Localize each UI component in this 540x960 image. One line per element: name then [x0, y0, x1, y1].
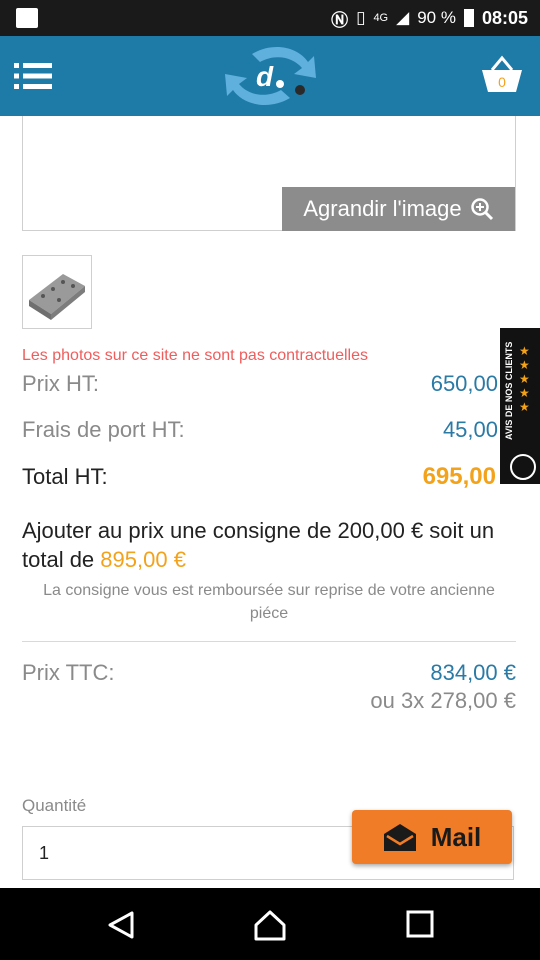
- price-ttc-value: 834,00 €: [430, 660, 516, 685]
- svg-text:d: d: [256, 61, 274, 92]
- clock: 08:05: [481, 7, 528, 28]
- mail-button[interactable]: Mail: [352, 810, 512, 864]
- vibrate-icon: ▯: [356, 8, 366, 27]
- app-header: d 0: [0, 36, 540, 116]
- total-ht-label: Total HT:: [22, 464, 108, 489]
- cylinder-head-image: [29, 274, 85, 320]
- signal-icon: ◢: [396, 8, 410, 27]
- shipping-value: 45,00: [442, 417, 498, 442]
- deposit-note: La consigne vous est remboursée sur repr…: [43, 582, 495, 622]
- star-rating-icon: ★ ★ ★ ★ ★: [519, 344, 530, 414]
- shipping-row: Frais de port HT: 45,00: [22, 415, 498, 445]
- enlarge-image-label: Agrandir l'image: [303, 196, 462, 221]
- cart-count: 0: [498, 74, 506, 90]
- enlarge-image-button[interactable]: Agrandir l'image: [282, 187, 515, 231]
- reviews-label: AVIS DE NOS CLIENTS: [504, 341, 514, 440]
- recent-apps-icon[interactable]: [406, 910, 434, 938]
- price-ht-value: 650,00: [430, 371, 498, 396]
- notification-icon: [16, 8, 38, 28]
- mail-button-label: Mail: [430, 821, 482, 852]
- price-ht-label: Prix HT:: [22, 371, 99, 396]
- price-ttc-row: Prix TTC: 834,00 €: [22, 658, 516, 688]
- battery-percent: 90 %: [417, 8, 456, 27]
- price-ttc-label: Prix TTC:: [22, 660, 115, 685]
- zoom-in-icon: [470, 198, 493, 221]
- nfc-icon: Ⓝ: [331, 10, 349, 30]
- status-bar-right: Ⓝ ▯ 4G ◢ 90 % 08:05: [331, 0, 528, 36]
- deposit-total: 895,00 €: [100, 547, 186, 572]
- verified-seal-icon: [510, 454, 536, 480]
- quantity-label: Quantité: [22, 796, 87, 815]
- deposit-description: Ajouter au prix une consigne de 200,00 €…: [22, 518, 495, 572]
- product-thumbnail[interactable]: [22, 255, 92, 329]
- total-ht-row: Total HT: 695,00 €: [22, 462, 516, 492]
- shipping-label: Frais de port HT:: [22, 417, 185, 442]
- back-icon[interactable]: [106, 910, 136, 940]
- cart-button[interactable]: 0: [480, 54, 524, 98]
- deposit-text: Ajouter au prix une consigne de 200,00 €…: [22, 516, 502, 574]
- price-ht-row: Prix HT: 650,00: [22, 369, 498, 399]
- status-bar: Ⓝ ▯ 4G ◢ 90 % 08:05: [0, 0, 540, 36]
- battery-icon: [463, 9, 474, 27]
- envelope-icon: [383, 824, 416, 851]
- installments-text: ou 3x 278,00 €: [370, 688, 516, 713]
- site-logo-icon[interactable]: d: [222, 42, 320, 110]
- home-icon[interactable]: [253, 908, 287, 942]
- customer-reviews-widget[interactable]: AVIS DE NOS CLIENTS ★ ★ ★ ★ ★: [500, 328, 540, 484]
- system-nav-bar: [0, 888, 540, 960]
- divider: [22, 641, 516, 642]
- photo-disclaimer: Les photos sur ce site ne sont pas contr…: [22, 347, 368, 364]
- hamburger-menu-icon[interactable]: [14, 62, 52, 90]
- network-label: 4G: [373, 12, 389, 24]
